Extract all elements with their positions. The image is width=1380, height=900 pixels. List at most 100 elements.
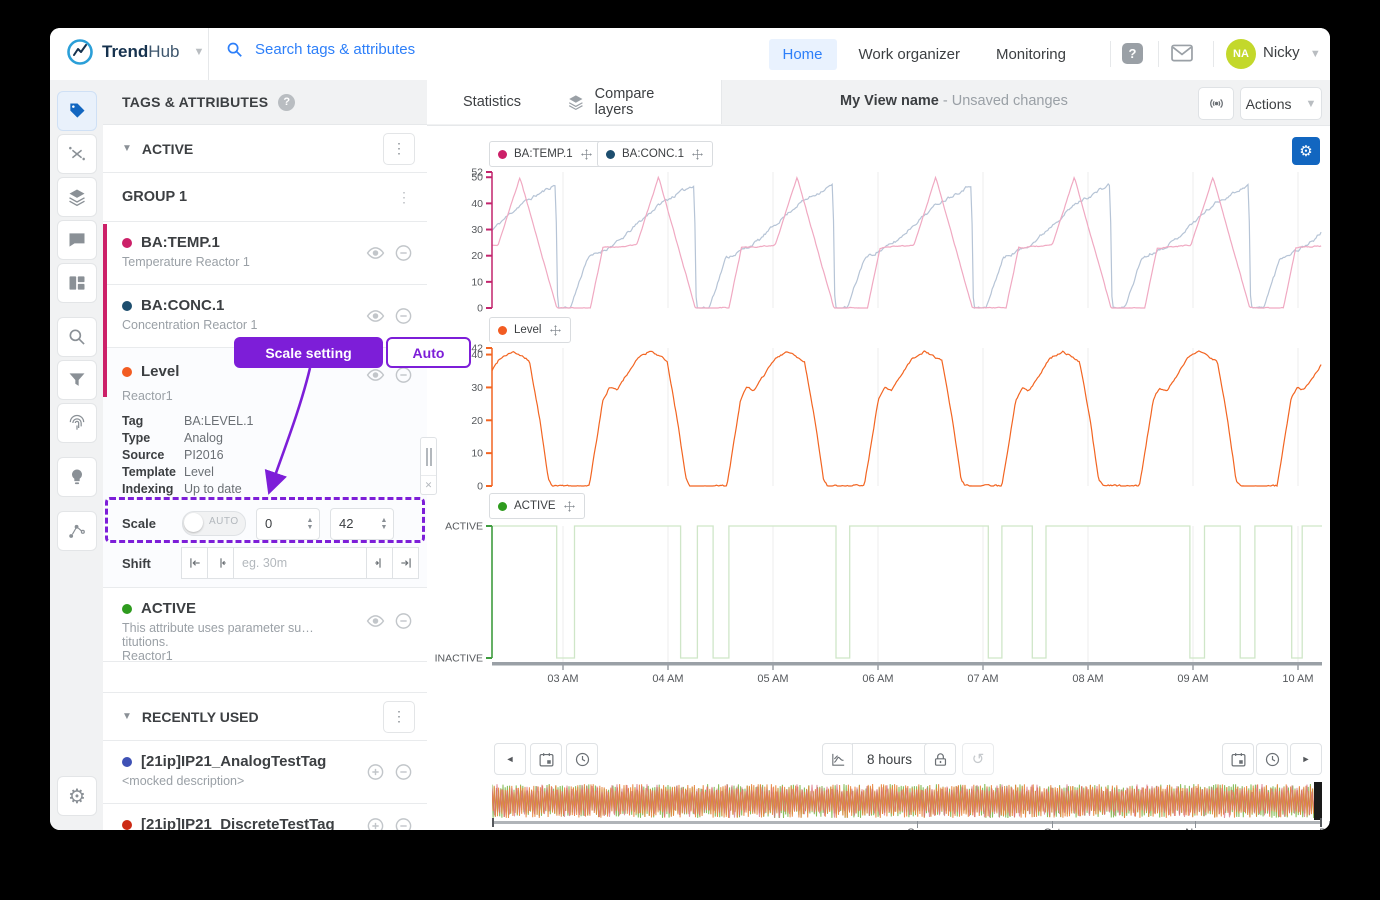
tab-compare-layers[interactable]: Compare layers	[541, 80, 722, 124]
tag-row-analog-test-tag[interactable]: [21ip]IP21_AnalogTestTag <mocked descrip…	[103, 741, 427, 804]
trend-chart-level[interactable]: 01020304042	[420, 342, 1322, 490]
app-title: TrendHub	[102, 42, 180, 61]
timeline-axis	[492, 821, 1322, 824]
comment-icon	[69, 233, 84, 247]
detail-source: Source PI2016	[122, 448, 224, 462]
scatter-tool-button[interactable]	[56, 511, 97, 551]
shift-far-back-button[interactable]	[181, 547, 208, 579]
app-window: TrendHub ▼ Home Work organizer Monitorin…	[50, 28, 1330, 830]
user-menu[interactable]: Nicky ▼	[1263, 44, 1321, 61]
move-icon[interactable]	[580, 148, 593, 161]
visibility-icon[interactable]	[366, 366, 385, 385]
formula-tool-button[interactable]	[56, 134, 97, 174]
search-bar[interactable]	[226, 40, 557, 59]
mail-icon[interactable]	[1170, 44, 1194, 63]
remove-circle-icon[interactable]	[394, 612, 413, 631]
trend-chart-temp-conc[interactable]: 0102030405052	[420, 166, 1322, 312]
group-1-header[interactable]: GROUP 1 ⋮	[103, 173, 427, 222]
funnel-tool-button[interactable]	[56, 360, 97, 400]
end-time-picker-button[interactable]	[1256, 743, 1288, 775]
move-icon[interactable]	[549, 324, 562, 337]
user-avatar[interactable]: NA	[1226, 39, 1256, 69]
chart-settings-button[interactable]: ⚙	[1292, 137, 1320, 165]
desktop-background: TrendHub ▼ Home Work organizer Monitorin…	[0, 0, 1380, 900]
move-icon[interactable]	[563, 500, 576, 513]
tag-description: Reactor1	[122, 389, 173, 403]
actions-button[interactable]: Actions ▼	[1240, 87, 1322, 120]
search-tool-button[interactable]	[56, 317, 97, 357]
group-color-bar	[103, 224, 107, 397]
tag-description: This attribute uses parameter su… tituti…	[122, 621, 314, 663]
tag-row-level-expanded[interactable]: Level Reactor1 Tag BA:LEVEL.1 Type Analog …	[103, 348, 427, 588]
tag-row-discrete-test-tag[interactable]: [21ip]IP21_DiscreteTestTag	[103, 804, 427, 830]
section-active-menu-button[interactable]: ⋮	[383, 132, 415, 165]
group-1-menu-icon[interactable]: ⋮	[397, 189, 411, 206]
start-time-picker-button[interactable]	[566, 743, 598, 775]
tag-row-active-attribute[interactable]: ACTIVE This attribute uses parameter su……	[103, 588, 427, 663]
dashboard-tool-button[interactable]	[56, 263, 97, 303]
nav-work-organizer[interactable]: Work organizer	[845, 39, 974, 70]
visibility-icon[interactable]	[366, 612, 385, 631]
bulb-tool-button[interactable]	[56, 457, 97, 497]
timeline-tick	[1052, 821, 1053, 828]
layers-tool-button[interactable]	[56, 177, 97, 217]
shift-far-forward-button[interactable]	[392, 547, 419, 579]
collapse-caret-icon[interactable]: ▼	[122, 143, 132, 154]
shift-amount-input[interactable]	[233, 547, 367, 579]
legend-chip-level[interactable]: Level	[489, 317, 571, 343]
section-recent-menu-button[interactable]: ⋮	[383, 700, 415, 733]
add-circle-icon[interactable]	[366, 763, 385, 782]
resize-grip-icon[interactable]	[421, 438, 436, 476]
tag-tool-button[interactable]	[56, 91, 97, 131]
remove-circle-icon[interactable]	[394, 817, 413, 831]
section-recent-label: RECENTLY USED	[141, 708, 259, 725]
trend-chart-active[interactable]: ACTIVE INACTIVE 03 AM 04 AM 05 AM 06 AM 07 AM 0…	[420, 518, 1322, 690]
search-input[interactable]	[253, 40, 557, 59]
app-logo[interactable]: TrendHub ▼	[66, 38, 204, 66]
sidebar-help-icon[interactable]: ?	[278, 93, 296, 111]
broadcast-button[interactable]	[1198, 87, 1234, 120]
nav-home[interactable]: Home	[768, 38, 837, 70]
fingerprint-tool-button[interactable]	[56, 403, 97, 443]
timeline-end-bracket	[1320, 818, 1322, 827]
tab-statistics[interactable]: Statistics	[427, 80, 542, 124]
formula-icon	[68, 146, 85, 161]
settings-gear-button[interactable]: ⚙	[57, 776, 97, 816]
nav-monitoring[interactable]: Monitoring	[982, 39, 1080, 70]
series-color-dot	[122, 603, 132, 614]
help-icon[interactable]: ?	[1122, 43, 1143, 64]
collapse-caret-icon[interactable]: ▼	[122, 711, 132, 722]
remove-circle-icon[interactable]	[394, 307, 413, 326]
duration-button[interactable]: 8 hours	[852, 743, 927, 775]
collapse-sidebar-icon[interactable]: ✕	[421, 476, 436, 494]
remove-circle-icon[interactable]	[394, 366, 413, 385]
view-toolbar: Statistics Compare layers My View name -…	[427, 80, 1330, 126]
legend-chip-active[interactable]: ACTIVE	[489, 493, 585, 519]
brand-caret-icon[interactable]: ▼	[193, 46, 204, 58]
shift-row: Shift	[103, 547, 427, 579]
add-circle-icon[interactable]	[366, 817, 385, 831]
end-date-picker-button[interactable]	[1222, 743, 1254, 775]
svg-text:04 AM: 04 AM	[652, 673, 683, 685]
pan-left-button[interactable]: ◄	[494, 743, 526, 775]
remove-circle-icon[interactable]	[394, 763, 413, 782]
legend-chip-ba-temp-1[interactable]: BA:TEMP.1	[489, 141, 602, 167]
shift-back-button[interactable]	[207, 547, 234, 579]
pan-right-button[interactable]: ►	[1290, 743, 1322, 775]
visibility-icon[interactable]	[366, 244, 385, 263]
overview-strip[interactable]	[492, 782, 1322, 820]
tag-row-ba-temp-1[interactable]: BA:TEMP.1 Temperature Reactor 1	[103, 222, 427, 285]
remove-circle-icon[interactable]	[394, 244, 413, 263]
visibility-icon[interactable]	[366, 307, 385, 326]
series-color-dot	[122, 366, 132, 377]
shift-forward-button[interactable]	[366, 547, 393, 579]
start-date-picker-button[interactable]	[530, 743, 562, 775]
reset-time-button[interactable]: ↺	[962, 743, 994, 775]
legend-chip-ba-conc-1[interactable]: BA:CONC.1	[597, 141, 713, 167]
move-icon[interactable]	[691, 148, 704, 161]
compare-startpoints-button[interactable]	[822, 743, 854, 775]
bulb-icon	[71, 469, 82, 485]
sidebar-resize-handle[interactable]: ✕	[420, 437, 437, 495]
lock-duration-button[interactable]	[924, 743, 956, 775]
comment-tool-button[interactable]	[56, 220, 97, 260]
